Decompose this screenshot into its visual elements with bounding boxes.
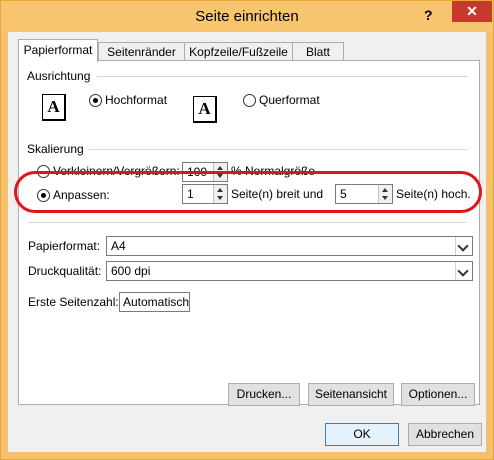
spin-up-icon[interactable]	[217, 166, 223, 170]
tab-page-papierformat: Ausrichtung A Hochformat A Querformat Sk…	[18, 60, 480, 406]
scaling-divider	[89, 149, 467, 150]
paper-size-select[interactable]: A4	[106, 236, 473, 256]
print-quality-select[interactable]: 600 dpi	[106, 261, 473, 281]
print-preview-button[interactable]: Seitenansicht	[308, 383, 394, 406]
section-divider	[27, 222, 467, 223]
tab-kopfzeile-fusszeile[interactable]: Kopfzeile/Fußzeile	[184, 42, 293, 61]
help-button[interactable]: ?	[424, 7, 433, 23]
first-page-number-label: Erste Seitenzahl:	[28, 295, 119, 309]
orientation-divider	[97, 76, 467, 77]
tab-blatt[interactable]: Blatt	[292, 42, 344, 61]
chevron-down-icon[interactable]	[455, 237, 472, 255]
paper-size-value: A4	[111, 239, 126, 253]
highlight-annotation	[14, 171, 482, 213]
portrait-radio[interactable]	[89, 94, 102, 107]
print-quality-label: Druckqualität:	[28, 264, 102, 278]
first-page-number-input[interactable]: Automatisch	[119, 292, 190, 312]
cancel-button[interactable]: Abbrechen	[408, 423, 482, 446]
close-button[interactable]: ✕	[452, 1, 492, 22]
orientation-heading: Ausrichtung	[27, 69, 91, 83]
portrait-page-icon: A	[42, 94, 66, 121]
landscape-label[interactable]: Querformat	[259, 93, 320, 107]
tab-seitenraender[interactable]: Seitenränder	[98, 42, 185, 61]
paper-size-label: Papierformat:	[28, 239, 101, 253]
landscape-radio[interactable]	[243, 94, 256, 107]
options-button[interactable]: Optionen...	[401, 383, 475, 406]
title-bar[interactable]: Seite einrichten ? ✕	[1, 1, 493, 32]
ok-button[interactable]: OK	[325, 423, 399, 446]
chevron-down-icon[interactable]	[455, 262, 472, 280]
print-quality-value: 600 dpi	[111, 264, 151, 278]
portrait-label[interactable]: Hochformat	[105, 93, 167, 107]
tab-papierformat[interactable]: Papierformat	[18, 39, 98, 62]
print-button[interactable]: Drucken...	[228, 383, 300, 406]
dialog-title: Seite einrichten	[195, 8, 299, 25]
page-setup-dialog: Seite einrichten ? ✕ Papierformat Seiten…	[0, 0, 494, 460]
landscape-page-icon: A	[193, 96, 217, 123]
dialog-body: Papierformat Seitenränder Kopfzeile/Fußz…	[8, 32, 486, 452]
scaling-heading: Skalierung	[27, 142, 84, 156]
